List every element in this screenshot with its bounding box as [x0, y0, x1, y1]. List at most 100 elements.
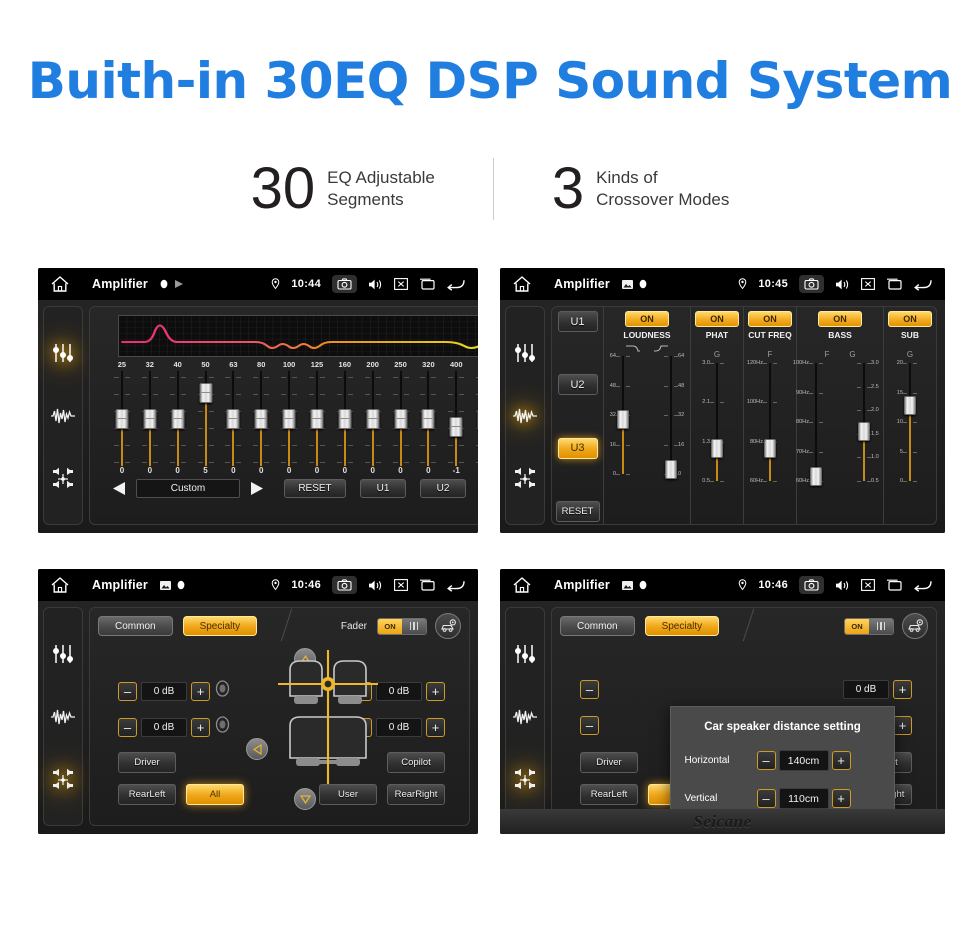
- back-arrow-icon[interactable]: [446, 579, 466, 592]
- slider-loudness-1[interactable]: 64 48 32 16 0: [654, 353, 688, 479]
- car-settings-icon[interactable]: [435, 613, 461, 639]
- tab-common[interactable]: Common: [560, 616, 635, 636]
- toggle-bass[interactable]: ON: [818, 311, 862, 327]
- close-box-icon[interactable]: [394, 579, 408, 591]
- eq-slider-50[interactable]: [192, 371, 220, 466]
- right-triangle-icon[interactable]: [246, 481, 268, 496]
- eq-slider-bank[interactable]: [108, 371, 478, 466]
- eq-slider-200[interactable]: [359, 371, 387, 466]
- slider-knob[interactable]: [711, 439, 723, 458]
- slider-knob[interactable]: [338, 409, 352, 429]
- fader-toggle[interactable]: ON: [844, 617, 894, 635]
- plus-button[interactable]: +: [831, 751, 851, 770]
- car-seats-diagram[interactable]: [276, 648, 380, 798]
- position-rearleft-button[interactable]: RearLeft: [118, 784, 176, 805]
- volume-icon[interactable]: [368, 278, 383, 291]
- waveform-icon[interactable]: [50, 403, 76, 429]
- equalizer-sliders-icon[interactable]: [50, 340, 76, 366]
- left-triangle-icon[interactable]: [108, 481, 130, 496]
- close-box-icon[interactable]: [861, 579, 875, 591]
- minus-button[interactable]: –: [756, 751, 776, 770]
- preset-u2-button[interactable]: U2: [557, 374, 598, 396]
- volume-icon[interactable]: [835, 579, 850, 592]
- reset-button[interactable]: RESET: [555, 500, 600, 522]
- position-user-button[interactable]: User: [319, 784, 377, 805]
- slider-knob[interactable]: [421, 409, 435, 429]
- slider-cut-freq-0[interactable]: 120Hz 100Hz 80Hz 60Hz: [747, 360, 787, 484]
- position-copilot-button[interactable]: Copilot: [387, 752, 445, 773]
- slider-sub-0[interactable]: 20 15 10 5 0: [893, 360, 927, 484]
- slider-knob[interactable]: [665, 460, 677, 479]
- preset-name[interactable]: Custom: [136, 478, 240, 498]
- plus-button[interactable]: +: [426, 717, 445, 737]
- slider-knob[interactable]: [115, 409, 129, 429]
- eq-slider-500[interactable]: [470, 371, 478, 466]
- eq-slider-320[interactable]: [414, 371, 442, 466]
- slider-knob[interactable]: [858, 422, 870, 441]
- eq-slider-160[interactable]: [331, 371, 359, 466]
- speaker-balance-icon[interactable]: [50, 466, 76, 492]
- slider-loudness-0[interactable]: 64 48 32 16 0: [606, 353, 640, 477]
- speaker-balance-icon[interactable]: [50, 767, 76, 793]
- equalizer-sliders-icon[interactable]: [50, 641, 76, 667]
- waveform-icon[interactable]: [50, 704, 76, 730]
- home-icon[interactable]: [512, 576, 532, 594]
- fader-toggle[interactable]: ON: [377, 617, 427, 635]
- waveform-icon[interactable]: [512, 704, 538, 730]
- reset-button[interactable]: RESET: [284, 478, 346, 498]
- slider-knob[interactable]: [904, 396, 916, 415]
- minus-button[interactable]: –: [118, 717, 137, 737]
- plus-button[interactable]: +: [831, 789, 851, 808]
- slider-knob[interactable]: [449, 417, 463, 437]
- recent-apps-icon[interactable]: [419, 278, 435, 290]
- preset-u1-button[interactable]: U1: [360, 478, 406, 498]
- toggle-phat[interactable]: ON: [695, 311, 739, 327]
- eq-slider-25[interactable]: [108, 371, 136, 466]
- back-arrow-icon[interactable]: [446, 278, 466, 291]
- home-icon[interactable]: [512, 275, 532, 293]
- slider-knob[interactable]: [764, 439, 776, 458]
- plus-button[interactable]: +: [426, 681, 445, 701]
- close-box-icon[interactable]: [394, 278, 408, 290]
- toggle-sub[interactable]: ON: [888, 311, 932, 327]
- position-rearright-button[interactable]: RearRight: [387, 784, 445, 805]
- position-all-button[interactable]: All: [186, 784, 244, 805]
- eq-slider-125[interactable]: [303, 371, 331, 466]
- equalizer-sliders-icon[interactable]: [512, 641, 538, 667]
- tab-specialty[interactable]: Specialty: [182, 616, 258, 636]
- eq-slider-80[interactable]: [247, 371, 275, 466]
- camera-icon[interactable]: [332, 275, 357, 293]
- speaker-balance-icon[interactable]: [512, 767, 538, 793]
- slider-knob[interactable]: [226, 409, 240, 429]
- toggle-cut-freq[interactable]: ON: [748, 311, 792, 327]
- eq-slider-250[interactable]: [387, 371, 415, 466]
- recent-apps-icon[interactable]: [419, 579, 435, 591]
- slider-knob[interactable]: [394, 409, 408, 429]
- slider-bass-1[interactable]: 3.0 2.5 2.0 1.5 1.0 0.5: [847, 360, 881, 484]
- eq-slider-100[interactable]: [275, 371, 303, 466]
- position-driver-button[interactable]: Driver: [580, 752, 638, 773]
- eq-slider-40[interactable]: [164, 371, 192, 466]
- plus-button[interactable]: +: [893, 680, 912, 699]
- close-box-icon[interactable]: [861, 278, 875, 290]
- slider-knob[interactable]: [199, 383, 212, 403]
- eq-slider-400[interactable]: [442, 371, 470, 466]
- recent-apps-icon[interactable]: [886, 579, 902, 591]
- eq-slider-63[interactable]: [219, 371, 247, 466]
- minus-button[interactable]: –: [580, 680, 599, 699]
- slider-knob[interactable]: [617, 410, 629, 429]
- slider-bass-0[interactable]: 100Hz 90Hz 80Hz 70Hz 60Hz: [793, 360, 833, 486]
- preset-u3-button[interactable]: U3: [557, 437, 598, 459]
- home-icon[interactable]: [50, 275, 70, 293]
- eq-slider-32[interactable]: [136, 371, 164, 466]
- volume-icon[interactable]: [835, 278, 850, 291]
- slider-phat-0[interactable]: 3.0 2.1 1.3 0.5: [700, 360, 734, 484]
- plus-button[interactable]: +: [191, 681, 210, 701]
- speaker-balance-icon[interactable]: [512, 466, 538, 492]
- volume-icon[interactable]: [368, 579, 383, 592]
- back-arrow-icon[interactable]: [913, 278, 933, 291]
- slider-knob[interactable]: [282, 409, 296, 429]
- toggle-loudness[interactable]: ON: [625, 311, 669, 327]
- preset-u1-button[interactable]: U1: [557, 311, 598, 332]
- minus-button[interactable]: –: [118, 681, 137, 701]
